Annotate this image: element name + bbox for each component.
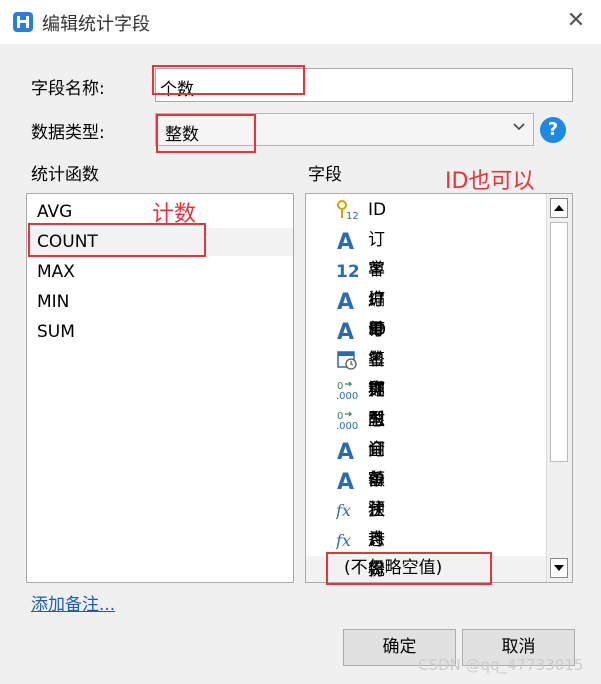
- fx-icon: fx: [335, 529, 358, 551]
- scroll-down-button[interactable]: [550, 558, 568, 578]
- functions-header: 统计函数: [31, 165, 99, 185]
- field-label: ID: [368, 200, 387, 220]
- watermark: CSDN @qq_47733015: [418, 656, 584, 674]
- chevron-down-icon[interactable]: [510, 118, 528, 136]
- fields-header: 字段: [308, 165, 342, 185]
- text-a-icon: A: [336, 469, 358, 495]
- text-a-icon: A: [336, 289, 358, 315]
- field-name-label: 字段名称:: [31, 79, 105, 99]
- data-type-label: 数据类型:: [31, 123, 105, 143]
- fx-icon: fx: [335, 499, 358, 521]
- decimal-icon: 0.000: [336, 409, 358, 432]
- calendar-icon: [336, 349, 358, 371]
- fields-scrollbar[interactable]: [546, 194, 572, 582]
- svg-text:A: A: [337, 290, 354, 311]
- svg-text:.000: .000: [336, 421, 358, 431]
- svg-text:12: 12: [346, 211, 358, 221]
- text-a-icon: A: [336, 319, 358, 345]
- svg-text:A: A: [337, 320, 354, 341]
- svg-text:fx: fx: [336, 501, 351, 520]
- close-icon[interactable]: ✕: [563, 8, 589, 34]
- function-item-min[interactable]: MIN: [37, 287, 69, 317]
- text-a-icon: A: [336, 439, 358, 465]
- function-item-sum[interactable]: SUM: [37, 317, 75, 347]
- annotation-box-count: [28, 223, 206, 257]
- svg-text:12: 12: [336, 262, 358, 281]
- annotation-count-note: 计数: [152, 202, 197, 227]
- help-icon[interactable]: ?: [540, 117, 566, 143]
- annotation-id-note: ID也可以: [445, 169, 535, 194]
- svg-text:.000: .000: [336, 391, 358, 401]
- svg-text:fx: fx: [336, 531, 351, 550]
- annotation-box-null: [326, 552, 492, 585]
- add-note-link[interactable]: 添加备注...: [31, 590, 115, 615]
- text-a-icon: A: [336, 229, 358, 255]
- scroll-up-button[interactable]: [550, 198, 568, 218]
- annotation-box-type: [156, 114, 256, 153]
- function-item-max[interactable]: MAX: [37, 257, 75, 287]
- window-title: 编辑统计字段: [42, 14, 150, 35]
- scroll-thumb[interactable]: [550, 222, 568, 462]
- annotation-box-name: [152, 65, 305, 95]
- number-12-icon: 12: [336, 259, 360, 282]
- app-icon: [13, 12, 33, 32]
- fields-list[interactable]: 12 ID A 订单编号 12 客户ID A 订单名称 A 订单类型 签订时间 …: [305, 193, 573, 583]
- decimal-icon: 0.000: [336, 379, 358, 402]
- key-number-icon: 12: [336, 199, 359, 222]
- svg-text:A: A: [337, 230, 354, 251]
- svg-text:A: A: [337, 440, 354, 461]
- svg-text:A: A: [337, 470, 354, 491]
